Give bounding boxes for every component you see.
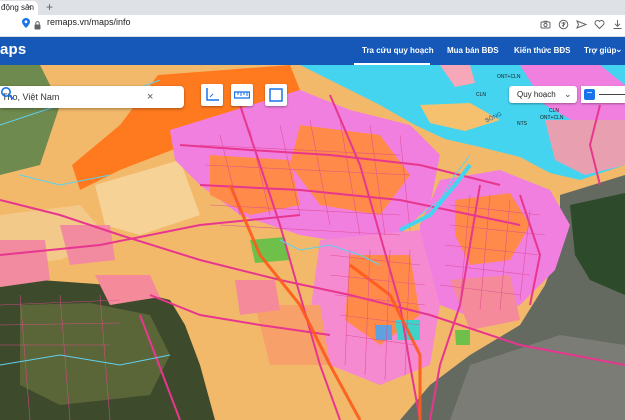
layer-select-label: Quy hoạch [517,90,556,99]
nav-mua-ban-bds[interactable]: Mua bán BĐS [447,46,499,55]
url-input[interactable]: remaps.vn/maps/info [47,17,131,27]
planning-map[interactable]: CLN ONT+CLN CLN NTS ONT+CLN SÔNG × Quy h… [0,65,625,420]
location-search-box: × [0,86,184,108]
opacity-slider[interactable] [599,94,625,95]
translate-icon[interactable] [558,19,569,30]
new-tab-button[interactable]: + [46,0,53,14]
map-canvas[interactable] [0,65,625,420]
send-icon[interactable] [576,19,587,30]
measure-distance-button[interactable] [231,84,253,106]
camera-icon[interactable] [540,19,551,30]
tab-close-icon[interactable]: × [27,2,32,12]
measure-area-button[interactable] [265,84,287,106]
nav-tro-giup[interactable]: Trợ giúp [584,46,616,55]
chevron-down-icon[interactable]: ⌄ [615,44,623,55]
nav-tra-cuu-quy-hoach[interactable]: Tra cứu quy hoạch [362,46,434,55]
lock-icon[interactable] [34,21,41,30]
address-bar-actions [540,19,623,30]
browser-tab-bar: động sản × + [0,0,625,15]
map-label: CLN [476,92,487,98]
angle-ruler-icon [206,88,219,101]
brand-logo[interactable]: aps [0,41,26,58]
map-label: CLN [549,108,560,114]
app-header: aps Tra cứu quy hoạch Mua bán BĐS Kiến t… [0,37,625,65]
nav-kien-thuc-bds[interactable]: Kiến thức BĐS [514,46,570,55]
download-icon[interactable] [612,19,623,30]
clear-icon[interactable]: × [147,90,153,104]
measure-height-button[interactable] [201,84,223,106]
map-layer-select[interactable]: Quy hoạch ⌄ [509,86,577,103]
chevron-down-icon: ⌄ [564,89,572,99]
area-square-icon [269,88,283,102]
search-input[interactable] [2,90,142,104]
map-label: ONT+CLN [497,74,521,80]
decrease-opacity-button[interactable]: − [584,89,595,100]
location-pin-icon [22,18,30,28]
search-icon[interactable] [0,86,14,100]
map-label: ONT+CLN [540,115,564,121]
address-bar: remaps.vn/maps/info [0,15,625,37]
heart-icon[interactable] [594,19,605,30]
browser-tab[interactable]: động sản × [0,1,38,15]
ruler-icon [234,91,250,99]
map-label: NTS [517,121,527,127]
opacity-control: − [581,86,625,103]
